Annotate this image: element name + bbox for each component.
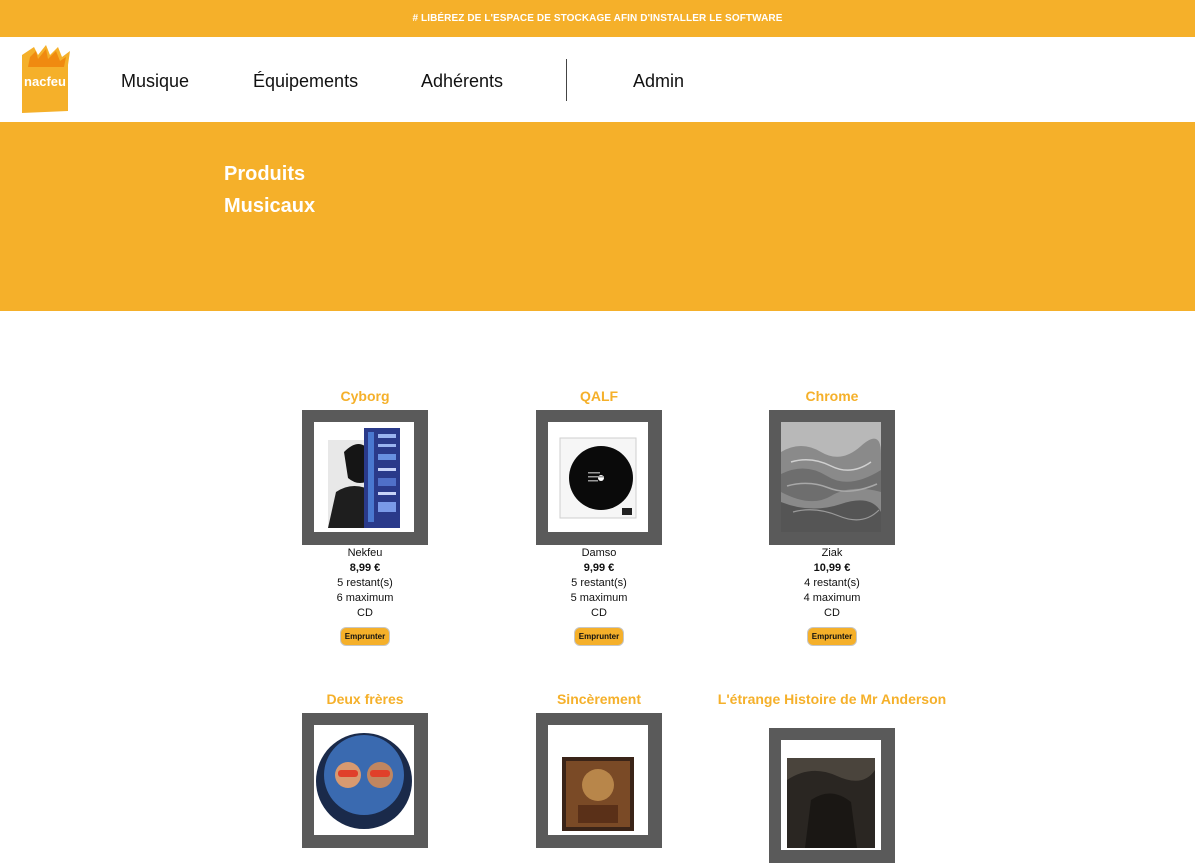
album-cover-frame[interactable] — [302, 410, 428, 545]
product-details: Ziak 10,99 € 4 restant(s) 4 maximum CD — [717, 546, 947, 621]
product-maximum: 5 maximum — [570, 592, 628, 604]
product-details: Damso 9,99 € 5 restant(s) 5 maximum CD — [484, 546, 714, 621]
product-card: Cyborg Nekfeu 8,99 € 5 restant(s) 6 maxi… — [250, 382, 480, 646]
product-format: CD — [357, 607, 373, 619]
album-cover-frame[interactable] — [536, 410, 662, 545]
album-cover-frame[interactable] — [536, 713, 662, 848]
album-cover-image — [314, 725, 414, 835]
product-card: QALF Damso 9,99 € 5 restant(s) 5 maximum… — [484, 382, 714, 646]
product-remaining: 4 restant(s) — [804, 577, 860, 589]
product-price: 9,99 € — [583, 562, 615, 574]
nacfeu-logo[interactable]: nacfeu — [16, 43, 74, 113]
product-title[interactable]: Cyborg — [250, 382, 480, 410]
product-card: Chrome Ziak 10,99 € 4 restant(s) 4 maxim… — [717, 382, 947, 646]
product-title[interactable]: Chrome — [717, 382, 947, 410]
product-artist: Ziak — [821, 547, 843, 559]
product-artist: Nekfeu — [347, 547, 383, 559]
product-title[interactable]: Sincèrement — [484, 685, 714, 713]
product-remaining: 5 restant(s) — [337, 577, 393, 589]
page-title-line1: Produits — [224, 163, 306, 185]
album-cover-image — [548, 725, 648, 835]
album-cover-frame[interactable] — [302, 713, 428, 848]
product-card: L'étrange Histoire de Mr Anderson — [717, 685, 947, 863]
album-cover-image — [548, 422, 648, 532]
product-artist: Damso — [581, 547, 617, 559]
product-title[interactable]: QALF — [484, 382, 714, 410]
borrow-button[interactable]: Emprunter — [806, 627, 858, 646]
borrow-button[interactable]: Emprunter — [339, 627, 391, 646]
page-title: Produits Musicaux — [224, 158, 364, 222]
nav-divider — [566, 59, 567, 101]
main-navbar: nacfeu Musique Équipements Adhérents Adm… — [0, 37, 1195, 122]
nav-musique[interactable]: Musique — [121, 71, 189, 92]
nav-adherents[interactable]: Adhérents — [421, 71, 503, 92]
product-remaining: 5 restant(s) — [571, 577, 627, 589]
album-cover-frame[interactable] — [769, 410, 895, 545]
borrow-button[interactable]: Emprunter — [573, 627, 625, 646]
product-title[interactable]: L'étrange Histoire de Mr Anderson — [717, 685, 947, 713]
product-format: CD — [824, 607, 840, 619]
product-details: Nekfeu 8,99 € 5 restant(s) 6 maximum CD — [250, 546, 480, 621]
product-format: CD — [591, 607, 607, 619]
album-cover-image — [781, 422, 881, 532]
product-price: 10,99 € — [813, 562, 851, 574]
album-cover-image — [314, 422, 414, 532]
hero-banner: Produits Musicaux — [0, 122, 1195, 311]
album-cover-frame[interactable] — [769, 728, 895, 863]
product-maximum: 4 maximum — [803, 592, 861, 604]
product-maximum: 6 maximum — [336, 592, 394, 604]
logo-text: nacfeu — [24, 74, 66, 89]
nav-equipements[interactable]: Équipements — [253, 71, 358, 92]
product-title[interactable]: Deux frères — [250, 685, 480, 713]
announcement-text: # LIBÉREZ DE L'ESPACE DE STOCKAGE AFIN D… — [412, 13, 783, 24]
product-price: 8,99 € — [349, 562, 381, 574]
nav-admin[interactable]: Admin — [633, 71, 684, 92]
top-announcement-bar: # LIBÉREZ DE L'ESPACE DE STOCKAGE AFIN D… — [0, 0, 1195, 37]
album-cover-image — [781, 740, 881, 850]
product-card: Sincèrement — [484, 685, 714, 848]
page-title-line2: Musicaux — [224, 195, 316, 217]
product-card: Deux frères — [250, 685, 480, 848]
